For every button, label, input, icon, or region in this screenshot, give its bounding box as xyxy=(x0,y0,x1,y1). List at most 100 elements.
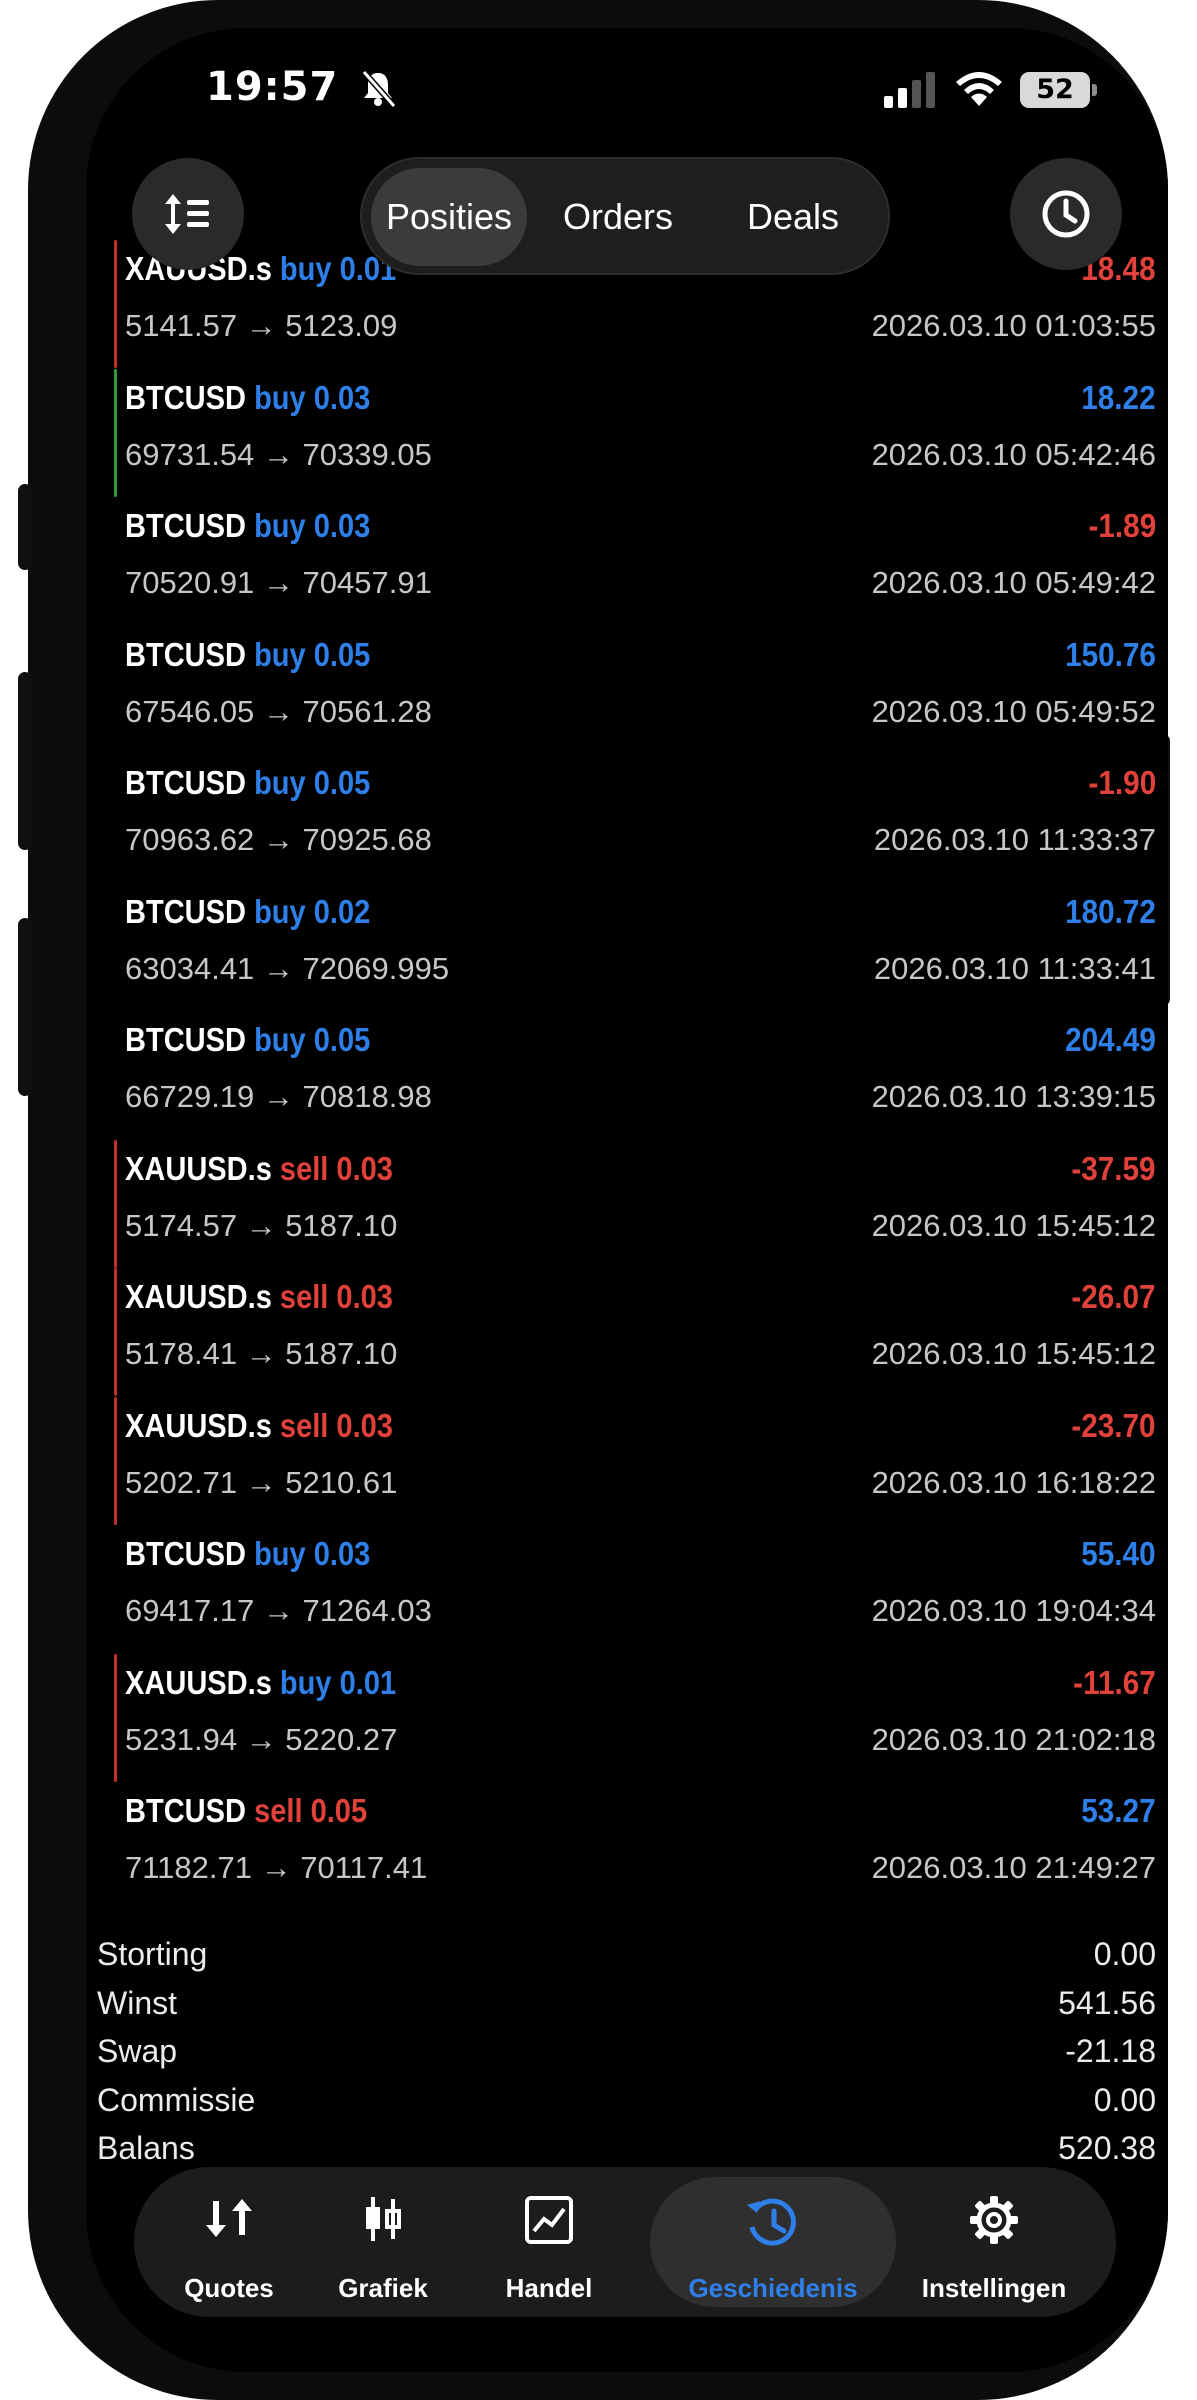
deal-row[interactable]: BTCUSD buy 0.02 180.72 63034.41 → 72069.99… xyxy=(86,883,1156,1011)
deal-price: 70963.62 → 70925.68 xyxy=(125,822,432,857)
deal-price: 5141.57 → 5123.09 xyxy=(125,308,398,343)
deal-direction: buy xyxy=(254,1535,306,1572)
deal-row[interactable]: BTCUSD buy 0.05 204.49 66729.19 → 70818.98… xyxy=(86,1011,1156,1139)
deal-time: 2026.03.10 21:02:18 xyxy=(871,1721,1156,1757)
deal-row[interactable]: BTCUSD sell 0.05 53.27 71182.71 → 70117.41… xyxy=(86,1782,1156,1910)
deal-time: 2026.03.10 11:33:37 xyxy=(873,822,1156,857)
history-period-button[interactable] xyxy=(1010,158,1122,270)
deal-symbol-name: BTCUSD xyxy=(125,378,246,416)
deal-price: 67546.05 → 70561.28 xyxy=(125,693,432,729)
deal-row[interactable]: BTCUSD buy 0.05 150.76 67546.05 → 70561.28… xyxy=(86,626,1156,754)
sort-button[interactable] xyxy=(132,158,244,270)
deal-profit: -11.67 xyxy=(1073,1663,1156,1701)
tab-chart-label: Grafiek xyxy=(338,2273,428,2303)
deal-time: 2026.03.10 05:49:52 xyxy=(871,693,1156,729)
deal-type-indicator xyxy=(114,1268,117,1396)
deal-direction: buy xyxy=(254,892,306,930)
phone-side-button xyxy=(18,918,32,1096)
deal-profit: 180.72 xyxy=(1065,892,1156,930)
summary-row: Storting 0.00 xyxy=(97,1936,1156,1984)
tab-trade[interactable]: Handel xyxy=(474,2167,624,2317)
deal-row[interactable]: BTCUSD buy 0.03 55.40 69417.17 → 71264.03 2… xyxy=(86,1525,1156,1653)
phone-side-button xyxy=(18,484,32,570)
summary-label: Swap xyxy=(97,2033,178,2069)
deal-volume: 0.03 xyxy=(313,378,371,416)
deal-profit: 55.40 xyxy=(1081,1535,1156,1572)
summary-label: Balans xyxy=(97,2130,195,2166)
deal-profit: -26.07 xyxy=(1071,1278,1156,1315)
deal-symbol-name: BTCUSD xyxy=(125,635,246,673)
wifi-icon xyxy=(956,72,1002,106)
deal-time: 2026.03.10 21:49:27 xyxy=(871,1850,1156,1885)
deal-symbol: XAUUSD.s sell 0.03 xyxy=(125,1150,393,1188)
candlestick-icon xyxy=(366,2197,401,2241)
deal-time: 2026.03.10 19:04:34 xyxy=(871,1593,1156,1628)
deal-row[interactable]: BTCUSD buy 0.05 -1.90 70963.62 → 70925.68 2… xyxy=(86,754,1156,882)
deal-symbol: BTCUSD sell 0.05 xyxy=(125,1792,367,1830)
deal-symbol: BTCUSD buy 0.05 xyxy=(125,764,370,802)
deal-symbol: XAUUSD.s sell 0.03 xyxy=(125,1278,393,1316)
battery-tip xyxy=(1092,84,1097,96)
deal-symbol: BTCUSD buy 0.05 xyxy=(125,636,370,674)
tab-chart[interactable]: Grafiek xyxy=(308,2167,458,2317)
deal-direction: sell xyxy=(279,1149,329,1187)
tab-settings-label: Instellingen xyxy=(921,2273,1067,2303)
gear-icon xyxy=(970,2196,1018,2244)
deal-symbol: BTCUSD buy 0.02 xyxy=(125,893,370,931)
deal-symbol-name: BTCUSD xyxy=(125,892,246,930)
deal-direction: buy xyxy=(254,635,306,673)
deal-symbol-name: XAUUSD.s xyxy=(125,1149,272,1187)
tab-history-label: Geschiedenis xyxy=(688,2273,858,2303)
deal-price: 5178.41 → 5187.10 xyxy=(125,1336,398,1371)
deal-row[interactable]: BTCUSD buy 0.03 -1.89 70520.91 → 70457.91 2… xyxy=(86,497,1156,625)
deal-volume: 0.03 xyxy=(336,1406,393,1444)
deal-symbol-name: XAUUSD.s xyxy=(125,1406,272,1444)
deal-volume: 0.03 xyxy=(313,1535,371,1572)
summary-value: 520.38 xyxy=(1058,2130,1156,2166)
deal-row[interactable]: BTCUSD buy 0.03 18.22 69731.54 → 70339.05 2… xyxy=(86,368,1156,497)
deal-direction: buy xyxy=(254,507,306,544)
deal-time: 2026.03.10 05:42:46 xyxy=(871,436,1156,472)
deal-volume: 0.01 xyxy=(339,1663,397,1701)
deal-row[interactable]: XAUUSD.s sell 0.03 -26.07 5178.41 → 5187.1… xyxy=(86,1268,1156,1396)
tab-deals[interactable]: Deals xyxy=(708,168,878,266)
deal-row[interactable]: XAUUSD.s sell 0.03 -37.59 5174.57 → 5187.1… xyxy=(86,1139,1156,1268)
cellular-signal-icon xyxy=(884,72,935,108)
deal-direction: sell xyxy=(279,1406,329,1444)
deal-row[interactable]: XAUUSD.s buy 0.01 -11.67 5231.94 → 5220.27… xyxy=(86,1653,1156,1782)
phone-side-button xyxy=(18,672,32,850)
deal-symbol-name: BTCUSD xyxy=(125,1792,246,1829)
deal-symbol-name: XAUUSD.s xyxy=(125,1663,272,1701)
deal-symbol: BTCUSD buy 0.03 xyxy=(125,379,370,417)
deal-profit: -1.90 xyxy=(1088,764,1156,801)
deal-price: 5174.57 → 5187.10 xyxy=(125,1207,398,1243)
tab-settings[interactable]: Instellingen xyxy=(902,2167,1086,2317)
summary-row: Swap -21.18 xyxy=(97,2033,1156,2081)
deal-time: 2026.03.10 16:18:22 xyxy=(871,1464,1156,1500)
deal-profit: -37.59 xyxy=(1071,1149,1156,1187)
deal-volume: 0.05 xyxy=(313,1021,371,1058)
deal-volume: 0.05 xyxy=(313,635,371,673)
bottom-tab-bar: Quotes Grafiek Handel Geschiedenis Inste… xyxy=(134,2167,1116,2317)
battery-indicator: 52 xyxy=(1020,72,1090,108)
deal-price: 5231.94 → 5220.27 xyxy=(125,1721,398,1757)
tab-quotes[interactable]: Quotes xyxy=(154,2167,304,2317)
deal-symbol-name: BTCUSD xyxy=(125,764,246,801)
view-segmented-control: Posities Orders Deals xyxy=(360,157,890,275)
deal-time: 2026.03.10 05:49:42 xyxy=(871,565,1156,600)
tab-history[interactable]: Geschiedenis xyxy=(650,2177,896,2307)
tab-trade-label: Handel xyxy=(505,2273,593,2303)
tab-orders[interactable]: Orders xyxy=(538,168,698,266)
deal-price: 66729.19 → 70818.98 xyxy=(125,1079,432,1114)
deal-price: 70520.91 → 70457.91 xyxy=(125,565,432,600)
deal-profit: -23.70 xyxy=(1071,1406,1156,1444)
deal-direction: buy xyxy=(279,1663,332,1701)
tab-positions[interactable]: Posities xyxy=(371,168,527,266)
summary-value: 541.56 xyxy=(1058,1984,1156,2021)
summary-label: Storting xyxy=(97,1936,208,1972)
deal-time: 2026.03.10 15:45:12 xyxy=(871,1207,1156,1243)
deal-volume: 0.03 xyxy=(313,507,371,544)
deal-row[interactable]: XAUUSD.s sell 0.03 -23.70 5202.71 → 5210.6… xyxy=(86,1396,1156,1525)
deal-price: 71182.71 → 70117.41 xyxy=(125,1850,428,1885)
deal-direction: sell xyxy=(279,1278,329,1315)
